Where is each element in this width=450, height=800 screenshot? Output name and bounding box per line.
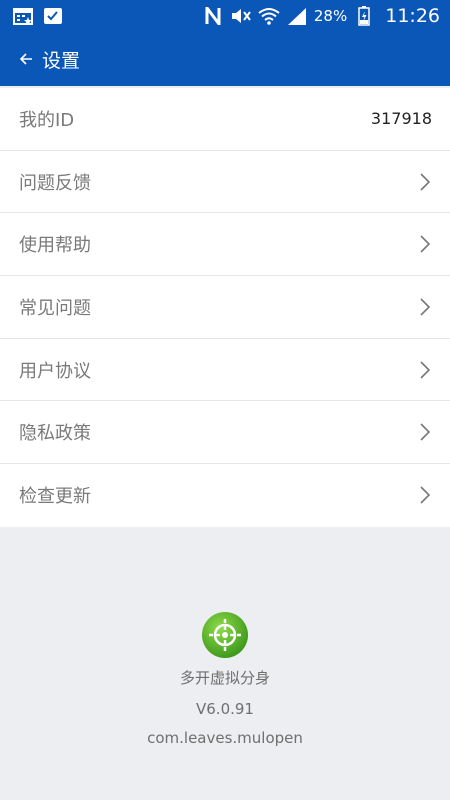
nfc-icon <box>202 6 224 26</box>
page-title: 设置 <box>42 49 81 72</box>
status-bar: 28% 11:26 <box>0 0 450 32</box>
app-package-name: com.leaves.mulopen <box>147 729 303 747</box>
settings-item-check-update[interactable]: 检查更新 <box>0 464 450 527</box>
status-bar-left <box>12 6 64 26</box>
status-bar-right: 28% 11:26 <box>202 5 440 27</box>
chevron-right-icon <box>418 484 432 506</box>
wifi-icon <box>258 6 280 26</box>
app-logo-icon <box>201 611 249 659</box>
battery-percentage: 28% <box>313 7 348 25</box>
app-name: 多开虚拟分身 <box>179 669 270 687</box>
settings-item-label: 使用帮助 <box>19 235 91 257</box>
chevron-right-icon <box>418 296 432 318</box>
calendar-icon <box>12 6 34 26</box>
settings-item-label: 问题反馈 <box>19 172 91 194</box>
battery-icon <box>353 6 375 26</box>
app-version: V6.0.91 <box>196 700 254 718</box>
about-section: 多开虚拟分身 V6.0.91 com.leaves.mulopen <box>0 527 450 800</box>
settings-item-feedback[interactable]: 问题反馈 <box>0 151 450 214</box>
settings-item-label: 常见问题 <box>19 297 91 319</box>
signal-icon <box>286 6 308 26</box>
chevron-right-icon <box>418 171 432 193</box>
settings-item-privacy-policy[interactable]: 隐私政策 <box>0 401 450 465</box>
settings-item-label: 隐私政策 <box>19 423 91 445</box>
settings-item-label: 我的ID <box>19 109 75 131</box>
settings-item-label: 检查更新 <box>19 486 91 508</box>
settings-list: 我的ID 317918 问题反馈 使用帮助 常见问题 用户协议 隐私政策 检查更… <box>0 88 450 527</box>
settings-item-help[interactable]: 使用帮助 <box>0 213 450 277</box>
chevron-right-icon <box>418 421 432 443</box>
back-button[interactable] <box>14 47 38 71</box>
settings-item-my-id: 我的ID 317918 <box>0 88 450 151</box>
settings-item-user-agreement[interactable]: 用户协议 <box>0 339 450 402</box>
mute-icon <box>230 6 252 26</box>
check-icon <box>42 6 64 26</box>
chevron-right-icon <box>418 359 432 381</box>
app-bar: 设置 <box>0 32 450 86</box>
user-id-value: 317918 <box>370 109 432 129</box>
settings-item-label: 用户协议 <box>19 360 91 382</box>
clock: 11:26 <box>385 5 440 27</box>
chevron-right-icon <box>418 233 432 255</box>
arrow-left-icon <box>19 53 32 65</box>
settings-item-faq[interactable]: 常见问题 <box>0 276 450 339</box>
